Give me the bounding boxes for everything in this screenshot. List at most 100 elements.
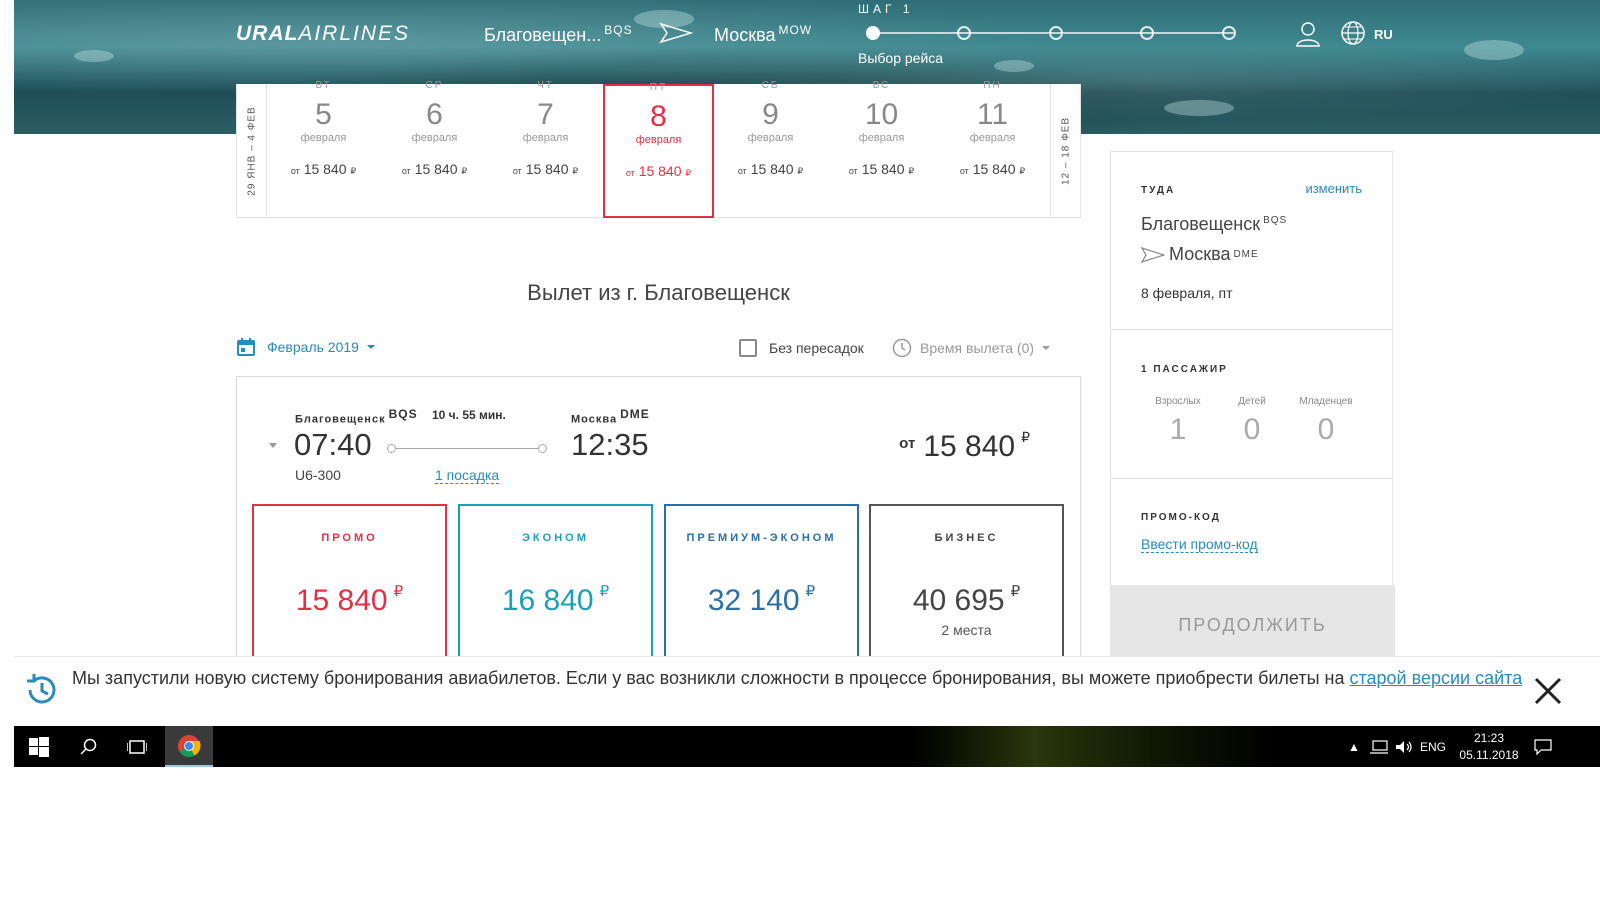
fare-premium-econom[interactable]: ПРЕМИУМ-ЭКОНОМ 32 140 ₽ bbox=[664, 504, 859, 674]
ural-airlines-logo[interactable]: URALAIRLINES bbox=[236, 22, 410, 46]
day-price: от 15 840 ₽ bbox=[401, 161, 468, 177]
history-icon bbox=[27, 674, 56, 704]
windows-taskbar: ▲ ENG 21:23 05.11.2018 bbox=[14, 726, 1600, 767]
passengers-label: 1 ПАССАЖИР bbox=[1141, 364, 1228, 375]
day-number: 10 bbox=[864, 98, 899, 131]
date-cell-selected[interactable]: ПТ 8 февраля от 15 840 ₽ bbox=[603, 82, 714, 218]
day-of-week: ВТ bbox=[315, 80, 332, 91]
children-counter[interactable]: Детей 0 bbox=[1215, 396, 1289, 447]
language-switch[interactable]: RU bbox=[1374, 27, 1393, 42]
route-line bbox=[387, 444, 547, 454]
date-cell[interactable]: СР 6 февраля от 15 840 ₽ bbox=[379, 80, 490, 218]
departure-time-filter[interactable]: Время вылета (0) bbox=[892, 338, 1051, 358]
user-icon[interactable] bbox=[1294, 20, 1322, 48]
fare-name: ЭКОНОМ bbox=[522, 532, 589, 544]
day-number: 5 bbox=[315, 98, 332, 131]
tray-overflow-icon[interactable]: ▲ bbox=[1348, 726, 1360, 767]
fare-promo[interactable]: ПРОМО 15 840 ₽ bbox=[252, 504, 447, 674]
fare-name: БИЗНЕС bbox=[934, 532, 999, 544]
day-of-week: ПН bbox=[983, 80, 1002, 91]
day-price: от 15 840 ₽ bbox=[737, 161, 804, 177]
day-of-week: СР bbox=[425, 80, 444, 91]
nonstop-checkbox[interactable] bbox=[739, 339, 757, 357]
date-cell[interactable]: ЧТ 7 февраля от 15 840 ₽ bbox=[490, 80, 601, 218]
next-week-button[interactable]: 12 – 18 ФЕВ bbox=[1050, 84, 1080, 218]
date-cell[interactable]: ВТ 5 февраля от 15 840 ₽ bbox=[268, 80, 379, 218]
old-version-link[interactable]: старой версии сайта bbox=[1349, 668, 1522, 688]
logo-thin-text: AIRLINES bbox=[298, 22, 411, 45]
flight-min-price: от 15 840 ₽ bbox=[899, 429, 1030, 463]
fare-business[interactable]: БИЗНЕС 40 695 ₽ 2 места bbox=[869, 504, 1064, 674]
step-dot-1[interactable] bbox=[866, 26, 880, 40]
close-icon[interactable] bbox=[1532, 675, 1564, 707]
fare-seats-left: 2 места bbox=[941, 622, 992, 638]
browser-viewport: URALAIRLINES Благовещен... BQS Москва MOW … bbox=[14, 0, 1600, 767]
departure-city: Благовещенск BQS bbox=[295, 407, 418, 426]
globe-icon[interactable] bbox=[1340, 20, 1366, 46]
nonstop-filter[interactable]: Без пересадок bbox=[739, 339, 864, 357]
summary-from: Благовещенск BQS bbox=[1141, 214, 1288, 234]
prev-week-range: 29 ЯНВ – 4 ФЕВ bbox=[246, 106, 257, 196]
fare-name: ПРОМО bbox=[321, 532, 378, 544]
day-number: 8 bbox=[650, 100, 667, 133]
change-link[interactable]: изменить bbox=[1305, 181, 1362, 196]
children-value: 0 bbox=[1243, 413, 1261, 446]
infants-value: 0 bbox=[1317, 413, 1335, 446]
volume-icon[interactable] bbox=[1395, 726, 1413, 767]
day-number: 7 bbox=[537, 98, 554, 131]
clock-date: 05.11.2018 bbox=[1459, 748, 1519, 762]
prev-week-button[interactable]: 29 ЯНВ – 4 ФЕВ bbox=[237, 84, 267, 218]
notifications-icon[interactable] bbox=[1534, 726, 1552, 767]
input-language[interactable]: ENG bbox=[1420, 726, 1446, 767]
search-icon[interactable] bbox=[76, 726, 102, 767]
arrival-city: Москва DME bbox=[571, 407, 650, 426]
notice-bar: Мы запустили новую систему бронирования … bbox=[14, 656, 1600, 726]
day-price: от 15 840 ₽ bbox=[848, 161, 915, 177]
day-month: февраля bbox=[300, 132, 347, 144]
day-number: 11 bbox=[976, 98, 1009, 131]
date-cell[interactable]: ПН 11 февраля от 15 840 ₽ bbox=[937, 80, 1048, 218]
adults-value: 1 bbox=[1169, 413, 1187, 446]
date-cell[interactable]: ВС 10 февраля от 15 840 ₽ bbox=[826, 80, 937, 218]
adults-counter[interactable]: Взрослых 1 bbox=[1141, 396, 1215, 447]
plane-arrow-icon bbox=[659, 22, 693, 44]
expand-chevron-icon[interactable] bbox=[269, 443, 277, 448]
summary-direction: ТУДА изменить Благовещенск BQS Москва DME … bbox=[1111, 152, 1392, 330]
windows-start-icon[interactable] bbox=[26, 726, 52, 767]
header-route-to[interactable]: Москва MOW bbox=[714, 23, 812, 46]
flight-number: U6-300 bbox=[295, 467, 341, 483]
adults-label: Взрослых bbox=[1155, 396, 1201, 407]
chrome-icon bbox=[178, 734, 201, 757]
stops-link[interactable]: 1 посадка bbox=[435, 467, 500, 484]
chrome-taskbar-button[interactable] bbox=[165, 726, 213, 767]
day-of-week: ЧТ bbox=[537, 80, 554, 91]
step-label: ШАГ 1 bbox=[858, 2, 914, 16]
day-month: февраля bbox=[747, 132, 794, 144]
plane-arrow-icon bbox=[1141, 246, 1165, 263]
network-icon[interactable] bbox=[1370, 726, 1388, 767]
fare-econom[interactable]: ЭКОНОМ 16 840 ₽ bbox=[458, 504, 653, 674]
enter-promo-code-link[interactable]: Ввести промо-код bbox=[1141, 536, 1258, 553]
fare-price: 40 695 ₽ bbox=[912, 583, 1021, 617]
step-dot-3 bbox=[1049, 26, 1063, 40]
fare-name: ПРЕМИУМ-ЭКОНОМ bbox=[686, 532, 837, 544]
header-route-from[interactable]: Благовещен... BQS bbox=[484, 23, 633, 46]
to-city: Москва bbox=[714, 25, 776, 45]
day-of-week: ПТ bbox=[649, 82, 668, 93]
notice-text: Мы запустили новую систему бронирования … bbox=[72, 668, 1523, 688]
taskbar-clock[interactable]: 21:23 05.11.2018 bbox=[1454, 730, 1524, 764]
from-code: BQS bbox=[604, 23, 633, 37]
step-dot-5 bbox=[1222, 26, 1236, 40]
date-cell[interactable]: СБ 9 февраля от 15 840 ₽ bbox=[715, 80, 826, 218]
day-price: от 15 840 ₽ bbox=[625, 163, 692, 179]
infants-counter[interactable]: Младенцев 0 bbox=[1289, 396, 1363, 447]
month-filter-dropdown[interactable]: Февраль 2019 bbox=[237, 338, 375, 356]
step-dot-4 bbox=[1140, 26, 1154, 40]
flight-duration: 10 ч. 55 мин. bbox=[432, 408, 506, 422]
chevron-down-icon bbox=[366, 345, 375, 349]
section-title: Вылет из г. Благовещенск bbox=[527, 280, 790, 305]
infants-label: Младенцев bbox=[1299, 396, 1353, 407]
task-view-icon[interactable] bbox=[124, 726, 150, 767]
flight-card[interactable]: Благовещенск BQS 07:40 U6-300 10 ч. 55 ми… bbox=[236, 376, 1081, 676]
departure-time: 07:40 bbox=[294, 427, 372, 462]
